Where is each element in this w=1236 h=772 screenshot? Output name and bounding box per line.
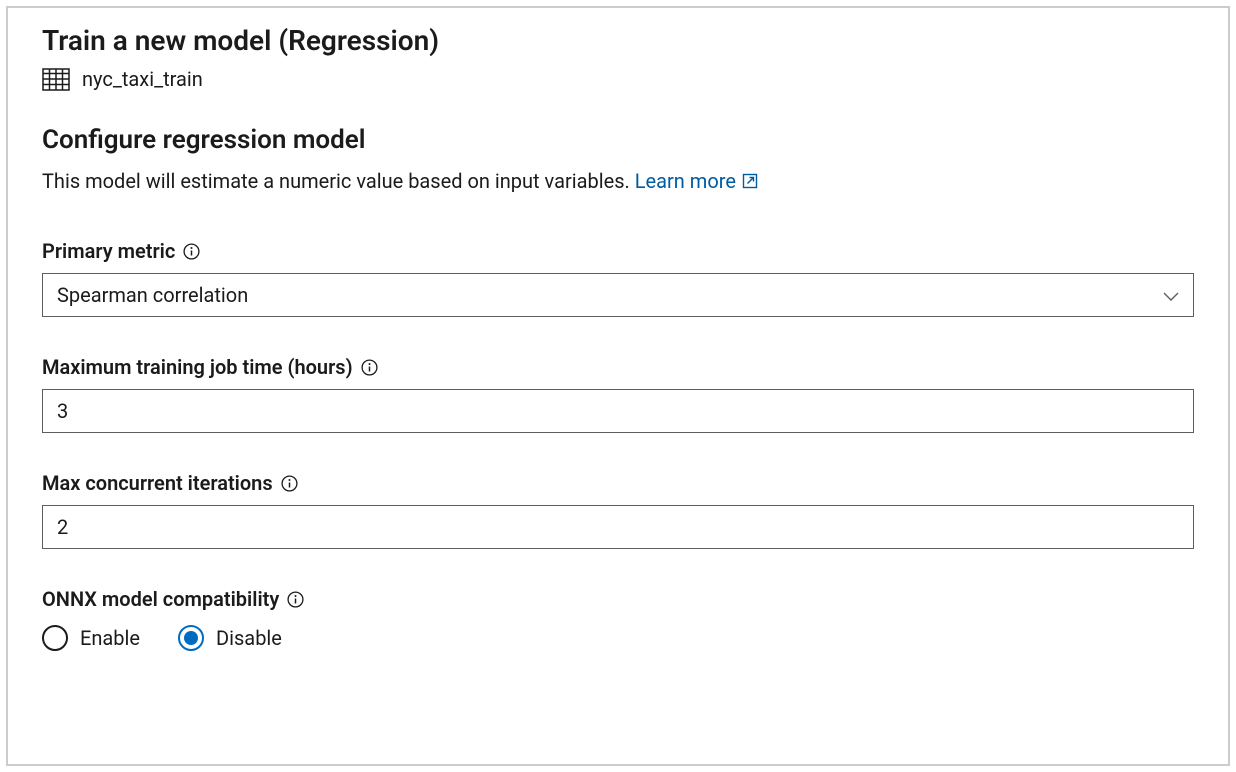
onnx-enable-label: Enable <box>80 626 140 650</box>
max-concurrent-input[interactable] <box>42 505 1194 549</box>
primary-metric-value: Spearman correlation <box>57 283 248 307</box>
info-icon[interactable] <box>183 243 200 260</box>
max-concurrent-label: Max concurrent iterations <box>42 471 1194 495</box>
info-icon[interactable] <box>281 475 298 492</box>
onnx-disable-radio[interactable]: Disable <box>178 625 282 651</box>
max-job-time-field: Maximum training job time (hours) <box>42 355 1194 433</box>
table-grid-icon <box>42 68 70 91</box>
external-link-icon <box>742 173 758 189</box>
onnx-label: ONNX model compatibility <box>42 587 1194 611</box>
onnx-disable-label: Disable <box>216 626 282 650</box>
max-concurrent-field: Max concurrent iterations <box>42 471 1194 549</box>
form-panel: Train a new model (Regression) nyc_taxi_… <box>6 6 1230 766</box>
onnx-field: ONNX model compatibility Enable Disable <box>42 587 1194 651</box>
radio-circle-icon <box>42 625 68 651</box>
learn-more-link[interactable]: Learn more <box>635 169 758 193</box>
primary-metric-label: Primary metric <box>42 239 1194 263</box>
learn-more-text: Learn more <box>635 169 736 193</box>
page-title: Train a new model (Regression) <box>42 24 1194 57</box>
dataset-row: nyc_taxi_train <box>42 67 1194 91</box>
max-concurrent-label-text: Max concurrent iterations <box>42 471 273 495</box>
max-job-time-label: Maximum training job time (hours) <box>42 355 1194 379</box>
max-job-time-label-text: Maximum training job time (hours) <box>42 355 353 379</box>
radio-circle-selected-icon <box>178 625 204 651</box>
info-icon[interactable] <box>287 591 304 608</box>
radio-dot-icon <box>184 631 198 645</box>
info-icon[interactable] <box>361 359 378 376</box>
primary-metric-field: Primary metric Spearman correlation <box>42 239 1194 317</box>
description-text: This model will estimate a numeric value… <box>42 169 635 193</box>
max-job-time-input[interactable] <box>42 389 1194 433</box>
onnx-radio-group: Enable Disable <box>42 625 1194 651</box>
chevron-down-icon <box>1163 283 1179 307</box>
primary-metric-label-text: Primary metric <box>42 239 175 263</box>
section-description: This model will estimate a numeric value… <box>42 169 1194 193</box>
primary-metric-select[interactable]: Spearman correlation <box>42 273 1194 317</box>
onnx-enable-radio[interactable]: Enable <box>42 625 140 651</box>
onnx-label-text: ONNX model compatibility <box>42 587 279 611</box>
dataset-name: nyc_taxi_train <box>82 67 203 91</box>
section-heading: Configure regression model <box>42 125 1194 155</box>
